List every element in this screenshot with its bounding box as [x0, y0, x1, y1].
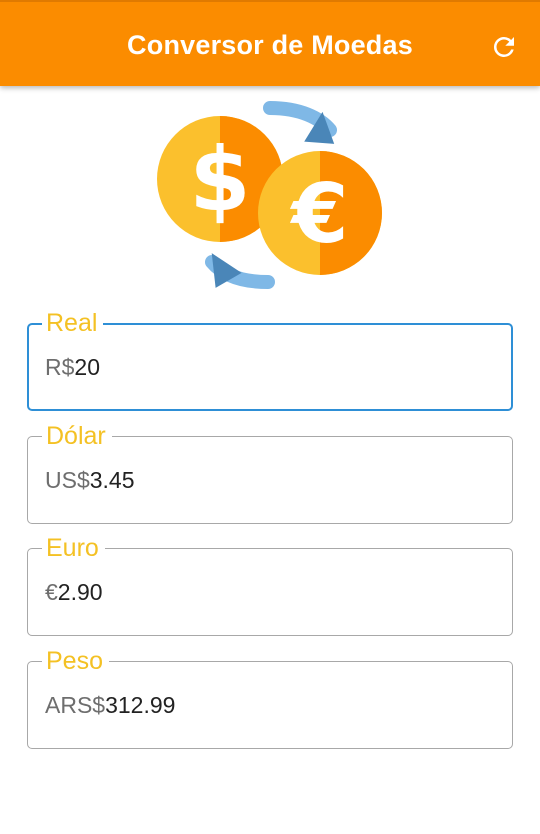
- euro-field[interactable]: Euro €2.90: [27, 534, 513, 636]
- euro-input[interactable]: €2.90: [45, 579, 103, 605]
- euro-prefix: €: [45, 579, 58, 605]
- euro-value: 2.90: [57, 579, 103, 605]
- peso-prefix: ARS$: [45, 692, 106, 718]
- dolar-field[interactable]: Dólar US$3.45: [27, 422, 513, 524]
- real-field[interactable]: Real R$20: [27, 309, 513, 411]
- currency-exchange-icon: $ €: [157, 101, 382, 289]
- real-input[interactable]: R$20: [45, 354, 100, 380]
- real-label: Real: [42, 309, 104, 337]
- refresh-button[interactable]: [486, 29, 522, 65]
- app-bar: Conversor de Moedas: [0, 0, 540, 86]
- peso-value: 312.99: [105, 692, 176, 718]
- dolar-value: 3.45: [89, 467, 135, 493]
- euro-symbol: €: [289, 167, 348, 262]
- refresh-icon: [494, 36, 514, 57]
- dolar-prefix: US$: [45, 467, 90, 493]
- dollar-symbol: $: [189, 128, 250, 231]
- dolar-input[interactable]: US$3.45: [45, 467, 135, 493]
- real-prefix: R$: [45, 354, 75, 380]
- app-title: Conversor de Moedas: [127, 30, 413, 60]
- peso-label: Peso: [42, 647, 109, 675]
- peso-input[interactable]: ARS$312.99: [45, 692, 175, 718]
- dolar-label: Dólar: [42, 422, 112, 450]
- peso-field[interactable]: Peso ARS$312.99: [27, 647, 513, 749]
- real-value: 20: [74, 354, 100, 380]
- euro-label: Euro: [42, 534, 105, 562]
